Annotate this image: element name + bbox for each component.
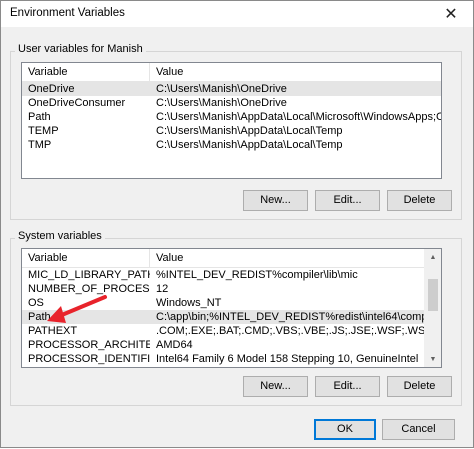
annotation-arrow <box>47 295 107 323</box>
environment-variables-dialog: Environment Variables ✕ User variables f… <box>0 0 474 448</box>
arrow-head <box>47 306 66 323</box>
arrow-shaft <box>55 295 107 319</box>
